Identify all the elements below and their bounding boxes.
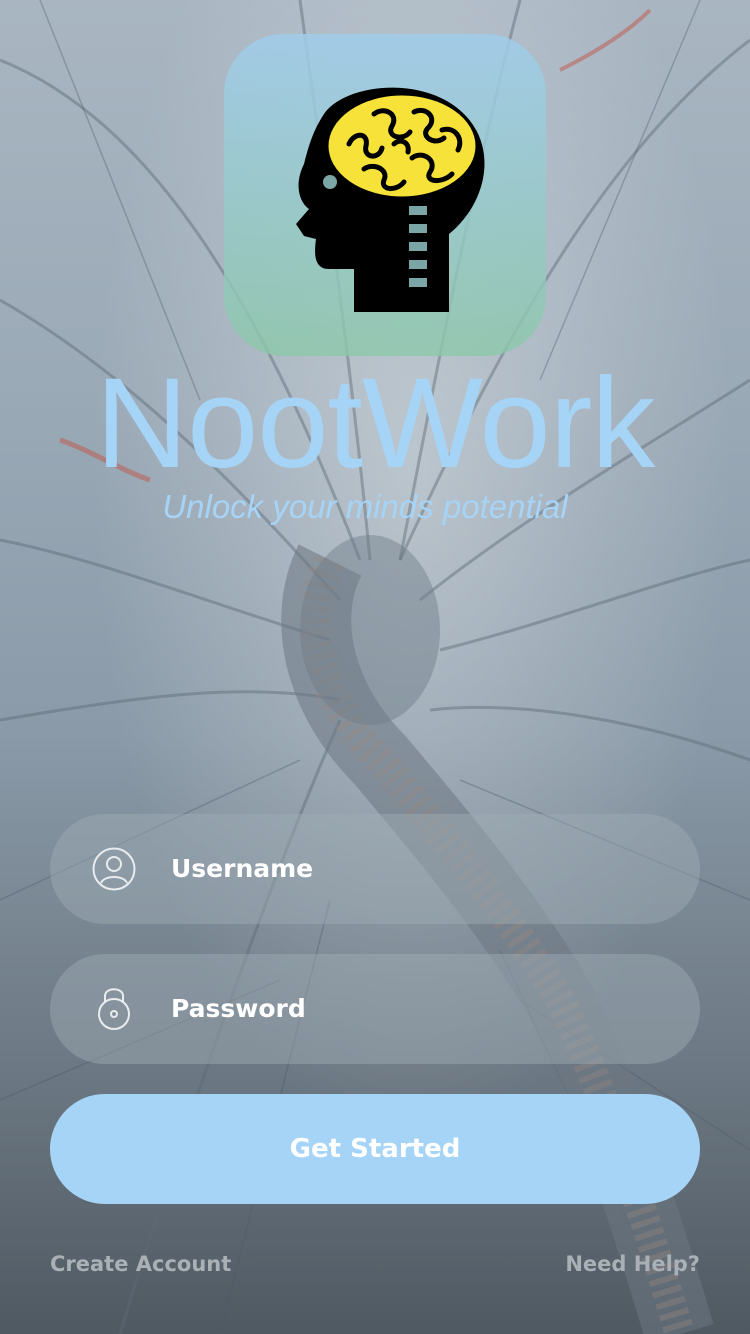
username-field[interactable]: Username bbox=[50, 814, 700, 924]
app-logo bbox=[224, 34, 546, 356]
create-account-link[interactable]: Create Account bbox=[50, 1252, 231, 1276]
username-placeholder: Username bbox=[171, 854, 314, 883]
lock-icon bbox=[92, 987, 136, 1031]
app-title: NootWork bbox=[95, 352, 656, 495]
password-placeholder: Password bbox=[171, 994, 306, 1023]
password-field[interactable]: Password bbox=[50, 954, 700, 1064]
user-icon bbox=[92, 847, 136, 891]
brain-head-icon bbox=[296, 87, 485, 313]
need-help-link[interactable]: Need Help? bbox=[565, 1252, 700, 1276]
app-tagline: Unlock your minds potential bbox=[162, 488, 568, 525]
get-started-button[interactable]: Get Started bbox=[50, 1094, 700, 1204]
